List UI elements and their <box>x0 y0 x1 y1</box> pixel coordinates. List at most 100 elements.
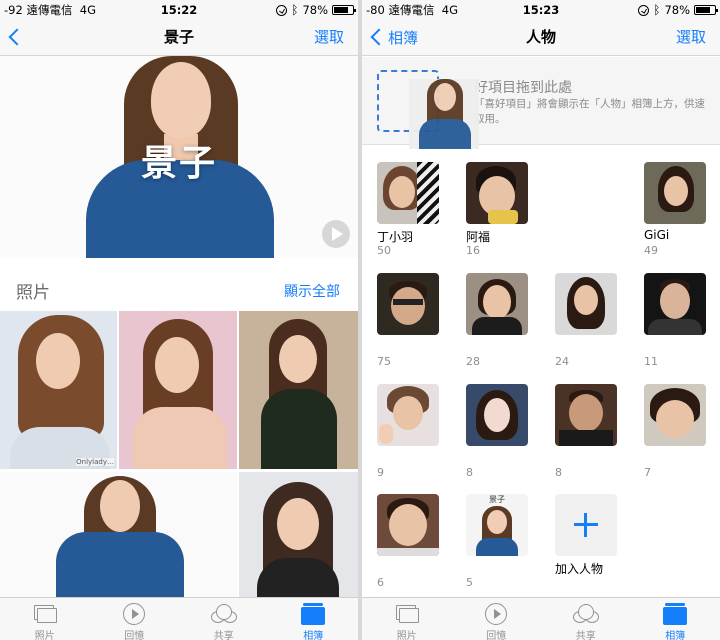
photo-count: 9 <box>377 466 384 479</box>
battery-percent: 78% <box>302 3 328 17</box>
play-memory-button[interactable] <box>322 220 350 248</box>
person-name: 阿福 <box>466 230 491 244</box>
photo-count: 28 <box>466 355 480 368</box>
select-button[interactable]: 選取 <box>676 20 706 54</box>
person-thumbnail <box>377 494 439 556</box>
person-thumbnail <box>555 273 617 335</box>
person-item[interactable]: 9 <box>377 384 439 479</box>
person-thumbnail <box>466 162 528 224</box>
status-right: ᛒ 78% <box>638 0 718 20</box>
page-title: 景子 <box>163 28 194 46</box>
person-thumbnail <box>555 384 617 446</box>
person-item[interactable]: 6 <box>377 494 439 589</box>
albums-icon <box>300 603 326 625</box>
tab-label: 相簿 <box>303 631 324 640</box>
favorites-description: 「喜好項目」將會顯示在「人物」相簿上方，供速取用。 <box>474 98 705 125</box>
right-screen: -80 遠傳電信 4G 15:23 ᛒ 78% 相簿 人物 選取 好項目拖到此處… <box>362 0 720 640</box>
add-person-tile <box>555 494 617 556</box>
cloud-icon <box>210 603 237 625</box>
navigation-bar: 景子 選取 <box>0 20 358 56</box>
photos-icon <box>32 603 58 625</box>
person-item[interactable]: GiGi 49 <box>644 162 706 257</box>
person-item[interactable]: 28 <box>466 273 528 368</box>
photo-count: 75 <box>377 355 391 368</box>
person-item[interactable]: 11 <box>644 273 706 368</box>
person-item[interactable]: 丁小羽 50 <box>377 162 439 257</box>
person-thumbnail <box>377 273 439 335</box>
person-thumbnail <box>644 273 706 335</box>
photo-count: 6 <box>377 576 384 589</box>
person-item[interactable]: 7 <box>644 384 706 479</box>
favorites-title: 好項目拖到此處 <box>474 80 572 96</box>
tab-shared[interactable]: 共享 <box>179 598 269 640</box>
photo-count: 7 <box>644 466 651 479</box>
photos-section-header: 照片 顯示全部 <box>16 278 340 304</box>
person-key-photo[interactable]: 景子 <box>0 56 358 258</box>
add-person-label: 加入人物 <box>555 562 604 576</box>
hero-person-name: 景子 <box>140 143 217 184</box>
memories-icon <box>123 603 146 625</box>
tab-shared[interactable]: 共享 <box>541 598 631 640</box>
select-button[interactable]: 選取 <box>314 20 344 54</box>
navigation-bar: 相簿 人物 選取 <box>362 20 720 56</box>
left-screen: -92 遠傳電信 4G 15:22 ᛒ 78% 景子 選取 景子 照片 顯示全部 <box>0 0 358 640</box>
tab-albums[interactable]: 相簿 <box>269 598 359 640</box>
person-thumbnail <box>644 384 706 446</box>
tab-label: 回憶 <box>124 631 145 640</box>
tab-bar: 照片 回憶 共享 相簿 <box>0 597 358 640</box>
tab-albums[interactable]: 相簿 <box>631 598 720 640</box>
person-name: GiGi <box>644 228 670 242</box>
add-person-button[interactable]: 加入人物 <box>555 494 617 576</box>
person-item[interactable]: 景子 5 <box>466 494 528 589</box>
hero-face <box>151 62 211 138</box>
section-title: 照片 <box>16 283 50 303</box>
tab-label: 照片 <box>396 631 417 640</box>
dragged-person-label: 景子 <box>489 495 505 504</box>
photo-count: 8 <box>555 466 562 479</box>
person-name: 丁小羽 <box>377 230 414 244</box>
photo-count: 11 <box>644 355 658 368</box>
battery-icon <box>694 5 718 15</box>
photo-count: 16 <box>466 244 480 257</box>
battery-percent: 78% <box>664 3 690 17</box>
tab-label: 相簿 <box>665 631 686 640</box>
photo-thumbnail[interactable] <box>239 472 358 598</box>
status-bar: -80 遠傳電信 4G 15:23 ᛒ 78% <box>362 0 720 20</box>
tab-photos[interactable]: 照片 <box>362 598 452 640</box>
person-item[interactable]: 阿福 16 <box>466 162 528 257</box>
bluetooth-icon: ᛒ <box>291 3 299 17</box>
person-item[interactable]: 75 <box>377 273 439 368</box>
person-thumbnail <box>377 384 439 446</box>
photo-thumbnail[interactable] <box>119 311 237 469</box>
tab-memories[interactable]: 回憶 <box>90 598 180 640</box>
person-item[interactable]: 8 <box>555 384 617 479</box>
albums-icon <box>662 603 688 625</box>
person-thumbnail <box>466 273 528 335</box>
photos-icon <box>394 603 420 625</box>
show-all-link[interactable]: 顯示全部 <box>284 281 340 301</box>
dragged-person-thumbnail[interactable] <box>409 79 479 149</box>
photo-count: 8 <box>466 466 473 479</box>
person-item[interactable]: 24 <box>555 273 617 368</box>
tab-memories[interactable]: 回憶 <box>452 598 542 640</box>
status-right: ᛒ 78% <box>276 0 356 20</box>
tab-label: 回憶 <box>486 631 507 640</box>
photo-thumbnail[interactable] <box>0 472 237 598</box>
plus-icon <box>574 513 598 537</box>
memories-icon <box>485 603 508 625</box>
tab-photos[interactable]: 照片 <box>0 598 90 640</box>
photo-count: 5 <box>466 576 473 589</box>
photo-count: 24 <box>555 355 569 368</box>
rotation-lock-icon <box>276 4 288 16</box>
person-item[interactable]: 8 <box>466 384 528 479</box>
photo-count: 50 <box>377 244 391 257</box>
tab-bar: 照片 回憶 共享 相簿 <box>362 597 720 640</box>
photo-thumbnail[interactable]: Onlylady… <box>0 311 117 469</box>
tab-label: 照片 <box>34 631 55 640</box>
photo-thumbnail[interactable] <box>239 311 358 469</box>
bluetooth-icon: ᛒ <box>653 3 661 17</box>
favorites-drop-zone[interactable]: 好項目拖到此處 「喜好項目」將會顯示在「人物」相簿上方，供速取用。 <box>362 57 720 149</box>
tab-label: 共享 <box>575 631 596 640</box>
person-thumbnail: 景子 <box>466 494 528 556</box>
cloud-icon <box>572 603 599 625</box>
